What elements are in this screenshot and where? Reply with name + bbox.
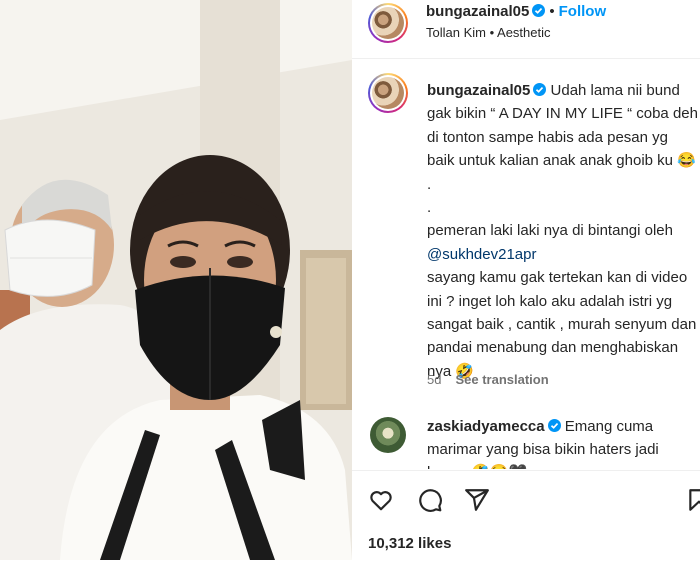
laughing-emoji: 😂 — [677, 152, 696, 170]
post-age: 5d — [427, 372, 442, 387]
likes-count[interactable]: 10,312 likes — [368, 535, 451, 552]
comment-item: zaskiadyamecca Emang cuma marimar yang b… — [427, 415, 697, 469]
caption-avatar[interactable] — [368, 73, 408, 113]
verified-icon — [547, 419, 561, 432]
heart-icon[interactable] — [368, 487, 394, 513]
action-bar: 10,312 likes — [352, 470, 700, 561]
commenter-username[interactable]: zaskiadyamecca — [427, 418, 545, 435]
caption-meta: 5d See translation — [427, 372, 549, 387]
video-frame-illustration — [0, 0, 352, 560]
author-line: bungazainal05 • Follow — [426, 3, 606, 20]
follow-button[interactable]: Follow — [559, 3, 607, 20]
post-video[interactable] — [0, 0, 352, 560]
comment-icon[interactable] — [417, 487, 443, 513]
caption-username[interactable]: bungazainal05 — [427, 82, 530, 99]
caption: bungazainal05 Udah lama nii bund gak bik… — [427, 79, 699, 383]
post-sidebar: bungazainal05 • Follow Tollan Kim • Aesthe… — [352, 0, 700, 560]
audio-label[interactable]: Tollan Kim • Aesthetic — [426, 25, 551, 40]
author-username[interactable]: bungazainal05 — [426, 3, 529, 20]
header-dot: • — [549, 3, 555, 20]
comment-emoji: 🤣😂🖤 — [471, 464, 527, 469]
post-header: bungazainal05 • Follow Tollan Kim • Aesthe… — [352, 0, 700, 59]
author-avatar[interactable] — [368, 3, 408, 43]
verified-icon — [533, 83, 547, 96]
caption-text-2: pemeran laki laki nya di bintangi oleh — [427, 222, 673, 240]
share-icon[interactable] — [464, 487, 490, 513]
mention-link[interactable]: @sukhdev21apr — [427, 246, 536, 263]
caption-dot-1: . — [427, 175, 432, 193]
verified-icon — [532, 4, 546, 17]
caption-dot-2: . — [427, 199, 432, 217]
commenter-avatar[interactable] — [370, 417, 406, 453]
see-translation-button[interactable]: See translation — [455, 372, 548, 387]
save-icon[interactable] — [686, 487, 700, 513]
comments-section: bungazainal05 Udah lama nii bund gak bik… — [352, 59, 700, 469]
